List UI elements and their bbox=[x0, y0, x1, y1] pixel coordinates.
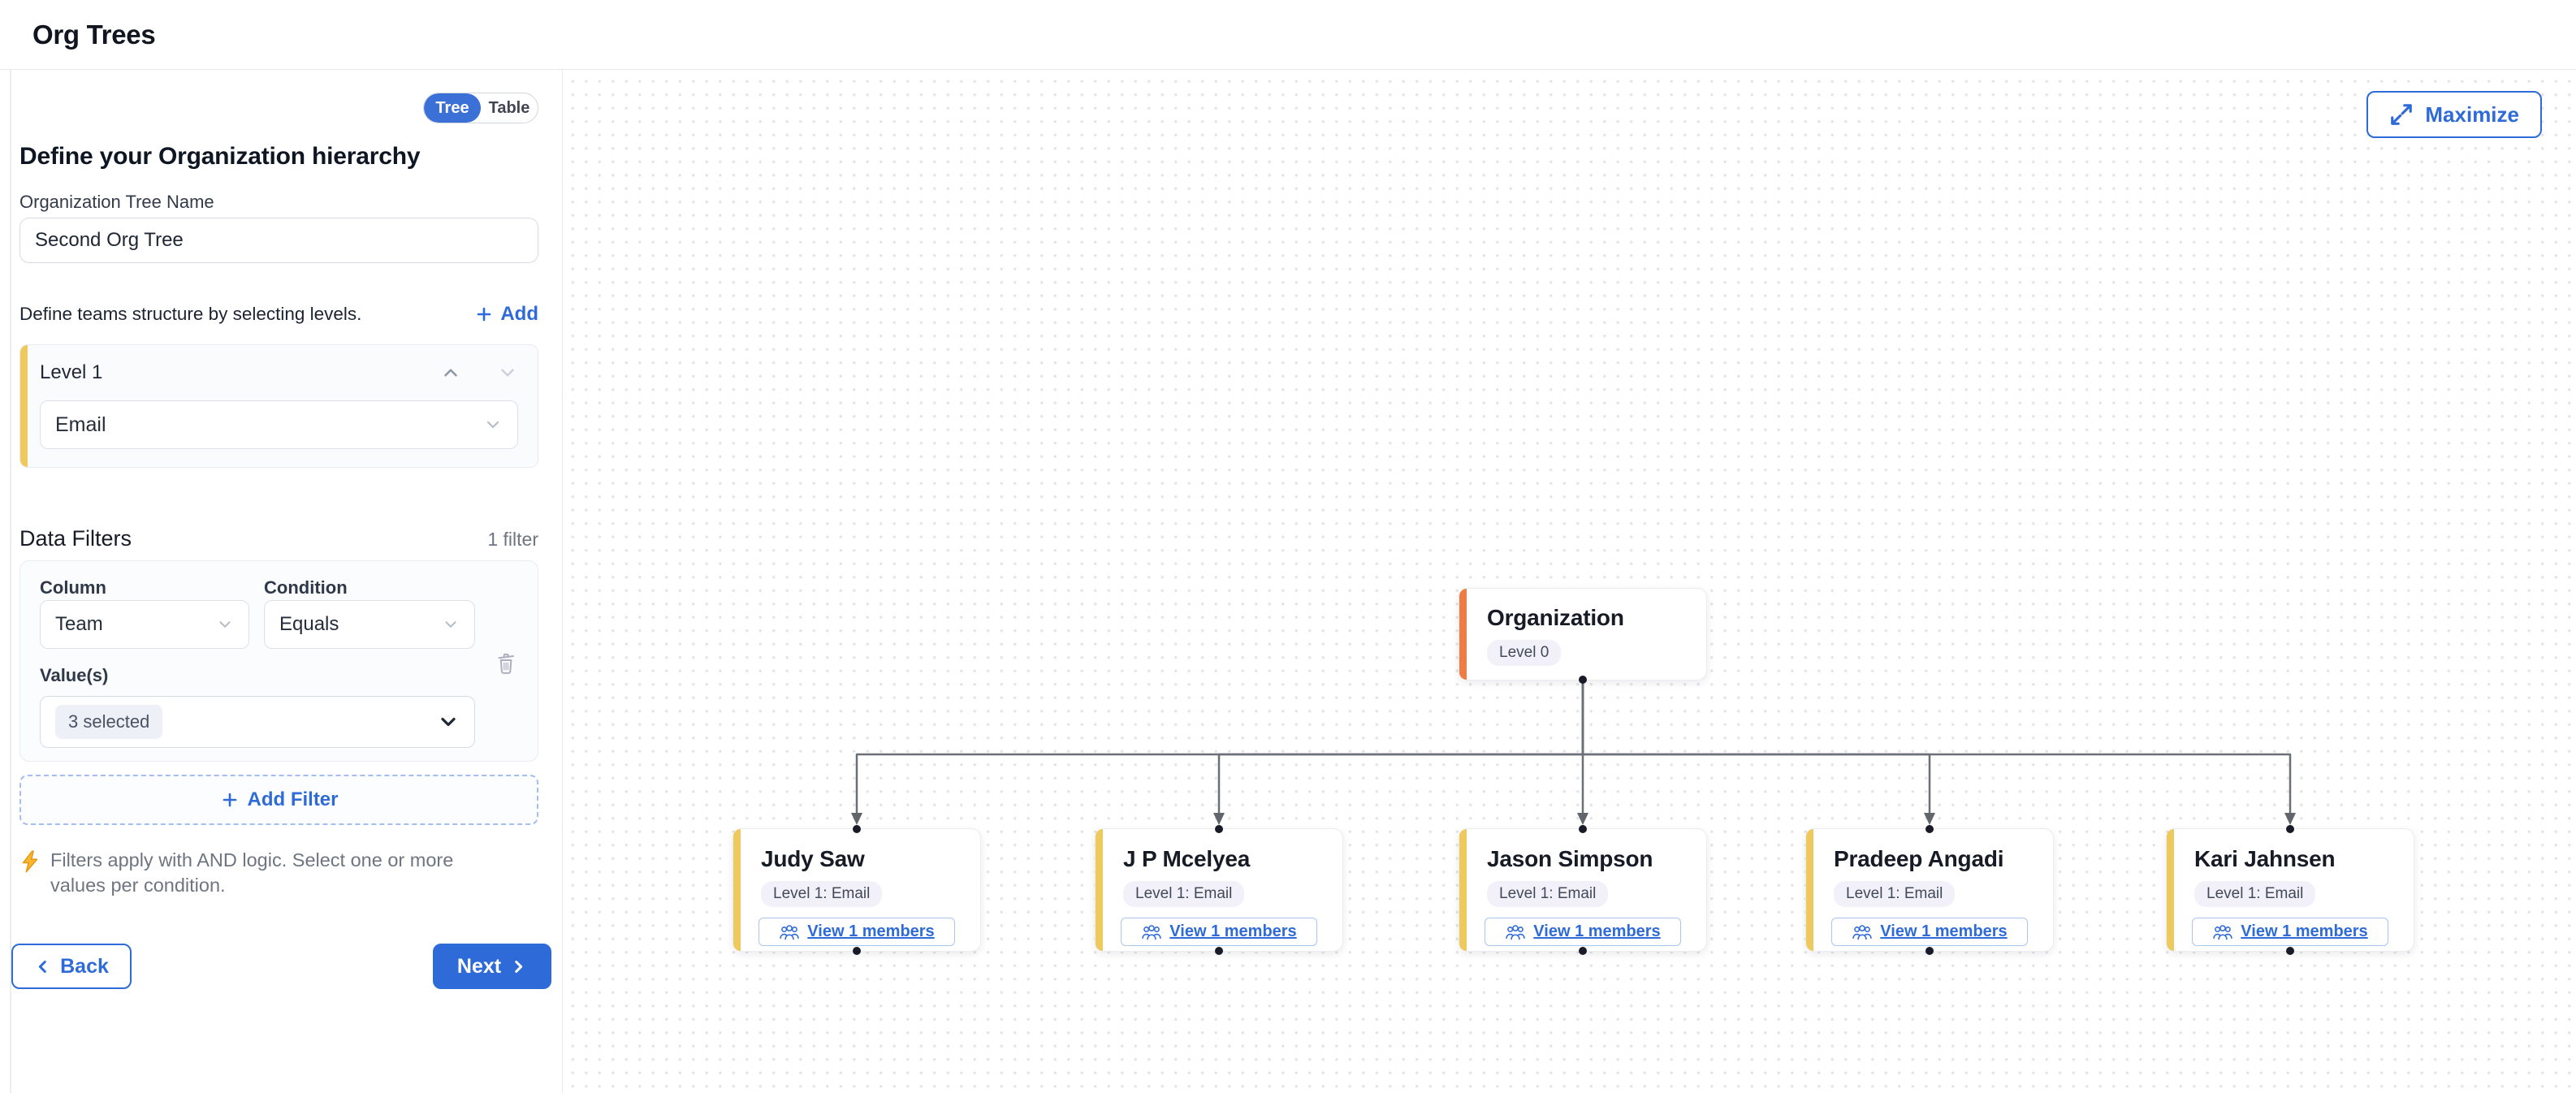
chevron-left-icon bbox=[34, 957, 52, 975]
level-accent-bar bbox=[20, 345, 28, 467]
tree-name-input[interactable] bbox=[19, 218, 538, 263]
chevron-down-icon bbox=[442, 616, 460, 633]
members-icon bbox=[1141, 924, 1162, 940]
add-level-button[interactable]: Add bbox=[474, 303, 538, 326]
add-filter-label: Add Filter bbox=[248, 788, 339, 811]
node-level-badge: Level 1: Email bbox=[2194, 881, 2315, 907]
maximize-button[interactable]: Maximize bbox=[2366, 91, 2542, 138]
tree-node[interactable]: Judy Saw Level 1: Email View 1 members bbox=[733, 828, 981, 952]
page-title: Org Trees bbox=[32, 19, 155, 50]
plus-icon bbox=[220, 790, 240, 810]
tree-name-label: Organization Tree Name bbox=[19, 192, 538, 211]
data-filters-title: Data Filters bbox=[19, 526, 132, 551]
view-members-button[interactable]: View 1 members bbox=[1485, 918, 1681, 946]
chevron-down-icon bbox=[216, 616, 234, 633]
members-icon bbox=[2212, 924, 2233, 940]
node-accent-bar bbox=[1459, 589, 1467, 680]
members-icon bbox=[1852, 924, 1873, 940]
values-label: Value(s) bbox=[40, 665, 475, 688]
add-level-label: Add bbox=[500, 303, 538, 326]
levels-description: Define teams structure by selecting leve… bbox=[19, 304, 361, 325]
chevron-up-icon bbox=[440, 362, 461, 383]
node-accent-bar bbox=[1096, 829, 1103, 951]
plus-icon bbox=[474, 305, 494, 324]
filter-column-value: Team bbox=[55, 613, 103, 636]
node-accent-bar bbox=[2167, 829, 2174, 951]
node-level-badge: Level 1: Email bbox=[1834, 881, 1955, 907]
filter-card: Column Condition Team bbox=[19, 560, 538, 762]
back-label: Back bbox=[60, 955, 109, 979]
view-members-button[interactable]: View 1 members bbox=[2192, 918, 2388, 946]
expand-icon bbox=[2389, 102, 2414, 127]
filter-condition-value: Equals bbox=[279, 613, 339, 636]
maximize-label: Maximize bbox=[2425, 102, 2519, 127]
node-level-badge: Level 0 bbox=[1487, 640, 1561, 666]
column-label: Column bbox=[40, 577, 249, 600]
condition-label: Condition bbox=[264, 577, 475, 600]
chevron-down-icon bbox=[497, 362, 518, 383]
node-name: Pradeep Angadi bbox=[1806, 846, 2053, 872]
lightning-icon bbox=[19, 850, 41, 875]
node-level-badge: Level 1: Email bbox=[1123, 881, 1244, 907]
members-icon bbox=[1505, 924, 1526, 940]
view-members-button[interactable]: View 1 members bbox=[1831, 918, 2028, 946]
chevron-right-icon bbox=[509, 957, 527, 975]
next-label: Next bbox=[457, 955, 501, 979]
node-level-badge: Level 1: Email bbox=[1487, 881, 1608, 907]
node-name: J P Mcelyea bbox=[1096, 846, 1342, 872]
node-name: Judy Saw bbox=[733, 846, 980, 872]
view-members-button[interactable]: View 1 members bbox=[1121, 918, 1317, 946]
level-title: Level 1 bbox=[40, 361, 102, 384]
node-accent-bar bbox=[1806, 829, 1813, 951]
add-filter-button[interactable]: Add Filter bbox=[19, 775, 538, 825]
node-name: Organization bbox=[1459, 605, 1706, 631]
tab-tree[interactable]: Tree bbox=[424, 93, 481, 123]
chevron-down-icon bbox=[437, 711, 460, 733]
selected-values-chip: 3 selected bbox=[55, 705, 162, 739]
tab-table[interactable]: Table bbox=[481, 93, 538, 123]
chevron-down-icon bbox=[483, 415, 503, 434]
node-name: Kari Jahnsen bbox=[2167, 846, 2414, 872]
panel-heading: Define your Organization hierarchy bbox=[19, 143, 538, 171]
view-members-button[interactable]: View 1 members bbox=[759, 918, 955, 946]
level-column-value: Email bbox=[55, 413, 106, 437]
members-icon bbox=[779, 924, 800, 940]
org-tree-canvas[interactable]: Maximize bbox=[563, 70, 2576, 1093]
level-column-select[interactable]: Email bbox=[40, 400, 518, 449]
filter-count-badge: 1 filter bbox=[487, 529, 538, 551]
move-level-down-button[interactable] bbox=[497, 362, 518, 383]
tree-node[interactable]: J P Mcelyea Level 1: Email View 1 member… bbox=[1095, 828, 1343, 952]
tree-node[interactable]: Pradeep Angadi Level 1: Email View 1 mem… bbox=[1805, 828, 2054, 952]
hierarchy-panel: Tree Table Define your Organization hier… bbox=[0, 70, 563, 1093]
filter-condition-select[interactable]: Equals bbox=[264, 600, 475, 649]
delete-filter-button[interactable] bbox=[494, 649, 518, 676]
node-accent-bar bbox=[733, 829, 741, 951]
page-header: Org Trees bbox=[0, 0, 2576, 70]
node-accent-bar bbox=[1459, 829, 1467, 951]
level-card: Level 1 Email bbox=[19, 344, 538, 468]
org-trees-app: Org Trees Tree Table Define your Organiz… bbox=[0, 0, 2576, 1093]
filter-column-select[interactable]: Team bbox=[40, 600, 249, 649]
trash-icon bbox=[494, 649, 518, 676]
view-toggle: Tree Table bbox=[423, 93, 538, 123]
tree-node-root[interactable]: Organization Level 0 bbox=[1459, 588, 1707, 680]
move-level-up-button[interactable] bbox=[440, 362, 461, 383]
node-name: Jason Simpson bbox=[1459, 846, 1706, 872]
next-button[interactable]: Next bbox=[433, 944, 551, 989]
node-level-badge: Level 1: Email bbox=[761, 881, 882, 907]
filter-values-multiselect[interactable]: 3 selected bbox=[40, 696, 475, 748]
tree-node[interactable]: Kari Jahnsen Level 1: Email View 1 membe… bbox=[2166, 828, 2414, 952]
back-button[interactable]: Back bbox=[11, 944, 132, 989]
filters-note-text: Filters apply with AND logic. Select one… bbox=[50, 848, 507, 898]
filters-note: Filters apply with AND logic. Select one… bbox=[19, 848, 507, 898]
tree-node[interactable]: Jason Simpson Level 1: Email View 1 memb… bbox=[1459, 828, 1707, 952]
